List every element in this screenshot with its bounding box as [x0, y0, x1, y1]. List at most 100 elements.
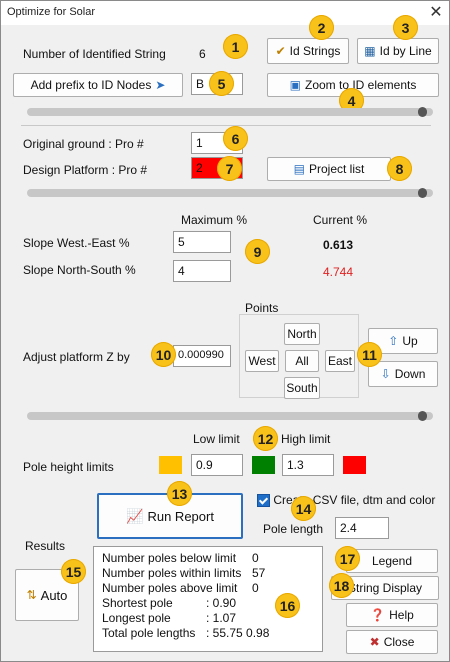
up-label: Up [402, 334, 418, 348]
slope-west-east-current: 0.613 [323, 238, 354, 252]
high-limit-input[interactable]: 1.3 [282, 454, 334, 476]
high-limit-label: High limit [281, 432, 331, 446]
badge-14: 14 [291, 496, 316, 521]
down-label: Down [394, 367, 426, 381]
close-circle-icon: ✖ [369, 635, 380, 649]
auto-label: Auto [40, 587, 68, 603]
id-strings-label: Id Strings [289, 44, 341, 58]
badge-16: 16 [275, 593, 300, 618]
slider-bottom[interactable] [27, 411, 433, 421]
adjust-platform-input[interactable]: 0.000990 [173, 345, 231, 367]
low-limit-label: Low limit [193, 432, 240, 446]
slider-mid-knob[interactable] [418, 188, 427, 198]
high-color-swatch[interactable] [343, 456, 366, 474]
badge-12: 12 [253, 426, 278, 451]
shortest-label: Shortest pole [102, 596, 173, 610]
below-value: 0 [252, 551, 259, 565]
badge-17: 17 [335, 546, 360, 571]
badge-5: 5 [209, 71, 234, 96]
badge-13: 13 [167, 481, 192, 506]
slider-bottom-knob[interactable] [418, 411, 427, 421]
pole-length-label: Pole length [263, 522, 324, 536]
close-button[interactable]: ✖ Close [346, 630, 438, 654]
legend-button[interactable]: Legend [346, 549, 438, 573]
results-row-within: Number poles within limits 57 [102, 566, 314, 581]
north-button[interactable]: North [284, 323, 320, 345]
results-row-below: Number poles below limit 0 [102, 551, 314, 566]
down-button[interactable]: ⇩ Down [368, 361, 438, 387]
identified-value: 6 [199, 47, 206, 61]
optimize-solar-window: Optimize for Solar ✕ Number of Identifie… [0, 0, 450, 662]
slope-north-south-input[interactable]: 4 [173, 260, 231, 282]
above-label: Number poles above limit [102, 581, 238, 595]
longest-label: Longest pole [102, 611, 171, 625]
id-line-icon: ▦ [364, 44, 376, 58]
slider-top-knob[interactable] [418, 107, 427, 117]
all-button[interactable]: All [285, 350, 319, 372]
shortest-value: : 0.90 [206, 596, 237, 610]
badge-15: 15 [61, 559, 86, 584]
identified-label: Number of Identified String [23, 47, 166, 61]
within-value: 57 [252, 566, 266, 580]
badge-1: 1 [223, 34, 248, 59]
badge-2: 2 [309, 15, 334, 40]
sort-arrows-icon: ⇅ [26, 588, 37, 602]
close-icon[interactable]: ✕ [425, 2, 447, 24]
down-arrow-icon: ⇩ [380, 367, 391, 381]
zoom-label: Zoom to ID elements [304, 78, 417, 92]
badge-7: 7 [217, 156, 242, 181]
total-label: Total pole lengths [102, 626, 196, 640]
add-prefix-label: Add prefix to ID Nodes [30, 78, 152, 92]
slider-mid[interactable] [27, 188, 433, 198]
close-label: Close [383, 635, 415, 649]
low-limit-input[interactable]: 0.9 [191, 454, 243, 476]
east-button[interactable]: East [325, 350, 355, 372]
csv-checkbox-row[interactable]: Create CSV file, dtm and color [257, 493, 435, 508]
run-report-label: Run Report [147, 508, 214, 524]
zoom-icon: ▣ [289, 78, 301, 92]
original-ground-label: Original ground : Pro # [23, 137, 144, 151]
low-color-swatch[interactable] [159, 456, 182, 474]
slope-north-south-current: 4.744 [323, 265, 354, 279]
legend-label: Legend [371, 554, 413, 568]
help-button[interactable]: ❓ Help [346, 603, 438, 627]
badge-8: 8 [387, 156, 412, 181]
string-display-label: String Display [347, 581, 423, 595]
prefix-arrow-icon: ➤ [155, 78, 166, 92]
up-arrow-icon: ⇧ [388, 334, 399, 348]
project-list-button[interactable]: ▤ Project list [267, 157, 391, 181]
slope-north-south-label: Slope North-South % [23, 263, 136, 277]
above-value: 0 [252, 581, 259, 595]
id-by-line-button[interactable]: ▦ Id by Line [357, 38, 439, 64]
slope-west-east-input[interactable]: 5 [173, 231, 231, 253]
mid-color-swatch[interactable] [252, 456, 275, 474]
slope-west-east-label: Slope West.-East % [23, 236, 130, 250]
longest-value: : 1.07 [206, 611, 237, 625]
id-by-line-label: Id by Line [379, 44, 432, 58]
maximum-column-label: Maximum % [181, 213, 248, 227]
below-label: Number poles below limit [102, 551, 237, 565]
adjust-platform-label: Adjust platform Z by [23, 350, 130, 364]
badge-9: 9 [245, 239, 270, 264]
id-strings-button[interactable]: ✔ Id Strings [267, 38, 349, 64]
csv-checkbox[interactable] [257, 494, 270, 508]
badge-11: 11 [357, 342, 382, 367]
project-list-icon: ▤ [293, 162, 305, 176]
west-button[interactable]: West [245, 350, 279, 372]
pole-height-label: Pole height limits [23, 460, 114, 474]
checkmark-icon: ✔ [275, 44, 286, 58]
add-prefix-button[interactable]: Add prefix to ID Nodes ➤ [13, 73, 183, 97]
slider-top[interactable] [27, 107, 433, 117]
badge-3: 3 [393, 15, 418, 40]
help-icon: ❓ [370, 608, 386, 622]
report-chart-icon: 📈 [126, 507, 144, 524]
within-label: Number poles within limits [102, 566, 242, 580]
help-label: Help [389, 608, 414, 622]
current-column-label: Current % [313, 213, 368, 227]
results-row-total: Total pole lengths: 55.75 0.98 [102, 626, 314, 641]
design-platform-label: Design Platform : Pro # [23, 163, 148, 177]
project-list-label: Project list [308, 162, 365, 176]
south-button[interactable]: South [284, 377, 320, 399]
pole-length-input[interactable]: 2.4 [335, 517, 389, 539]
points-title: Points [245, 301, 279, 315]
